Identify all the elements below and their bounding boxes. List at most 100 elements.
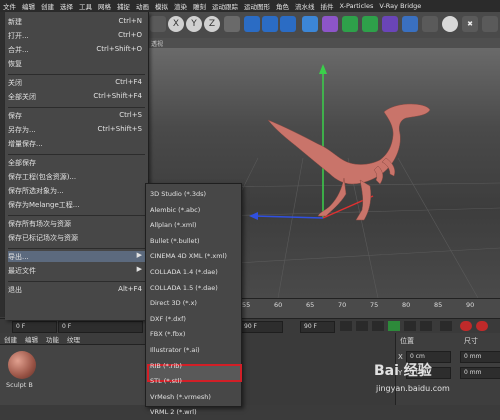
menu-separator [8,154,145,155]
z-axis-arrow [249,212,258,220]
menubar-item[interactable]: 动画 [133,1,152,11]
menubar-item[interactable]: 运动图形 [241,1,273,11]
export-format-item[interactable]: STL (*.stl) [150,375,238,389]
material-menu-item[interactable]: 创建 [0,334,21,344]
file-menu-item[interactable]: 全部关闭 Ctrl+Shift+F4 [8,91,145,102]
menubar-item[interactable]: 捕捉 [114,1,133,11]
menu-item-shortcut: Ctrl+Shift+F4 [93,92,142,100]
export-format-item[interactable]: DXF (*.dxf) [150,313,238,327]
menubar-item[interactable]: 网格 [95,1,114,11]
menubar-item[interactable]: V-Ray Bridge [376,2,424,10]
coordinate-system-icon[interactable] [224,16,240,32]
export-format-item[interactable]: FBX (*.fbx) [150,328,238,342]
menubar-item[interactable]: 运动跟踪 [209,1,241,11]
export-format-item[interactable]: 3D Studio (*.3ds) [150,188,238,202]
menubar-item[interactable]: 选择 [57,1,76,11]
file-menu-item[interactable]: 导出... ▶ [8,251,145,262]
file-menu-item[interactable]: 退出 Alt+F4 [8,284,145,295]
export-format-label: CINEMA 4D XML (*.xml) [150,252,227,261]
file-menu-item[interactable]: 新建 Ctrl+N [8,16,145,27]
material-preview[interactable] [8,351,36,379]
subdivision-icon[interactable] [342,16,358,32]
menu-item-shortcut: Ctrl+Shift+O [96,45,142,53]
menubar-item[interactable]: 渲染 [171,1,190,11]
menu-bar: 文件 编辑 创建 选择 工具 网格 捕捉 动画 模拟 渲染 雕刻 运动跟踪 运动图形 角色 流水线 插件 X-P… [0,0,500,12]
xp-icon[interactable]: ✖ [462,16,478,32]
end-frame-field-2[interactable]: 90 F [300,321,335,333]
keyframe-icon[interactable] [476,321,488,331]
export-format-item[interactable]: Bullet (*.bullet) [150,235,238,249]
light-icon[interactable] [442,16,458,32]
export-format-item[interactable]: Alembic (*.abc) [150,204,238,218]
file-menu-item[interactable]: 全部保存 [8,157,145,168]
file-menu-item[interactable]: 保存 Ctrl+S [8,110,145,121]
export-format-item[interactable]: COLLADA 1.4 (*.dae) [150,266,238,280]
floor-icon[interactable] [402,16,418,32]
menu-item-label: 新建 [8,18,22,26]
export-format-item[interactable]: CINEMA 4D XML (*.xml) [150,250,238,264]
vray-icon[interactable] [482,16,498,32]
menubar-item[interactable]: 雕刻 [190,1,209,11]
menubar-item[interactable]: 角色 [273,1,292,11]
menubar-item[interactable]: 插件 [318,1,337,11]
array-icon[interactable] [362,16,378,32]
start-frame-field[interactable]: 0 F [12,321,57,333]
file-menu-item[interactable]: 打开... Ctrl+O [8,30,145,41]
render-settings-icon[interactable] [280,16,296,32]
export-format-item[interactable]: Illustrator (*.ai) [150,344,238,358]
z-axis-lock-icon[interactable]: Z [204,16,220,32]
timeline[interactable]: 55 60 65 70 75 80 85 90 [240,298,500,319]
menu-item-shortcut: Alt+F4 [118,285,142,293]
menubar-item[interactable]: 编辑 [19,1,38,11]
prev-frame-icon[interactable] [356,321,368,331]
cube-icon[interactable] [302,16,318,32]
export-format-item[interactable]: VrMesh (*.vrmesh) [150,391,238,405]
file-menu-item[interactable]: 保存所选对象为... [8,185,145,196]
export-format-item[interactable]: VRML 2 (*.wrl) [150,406,238,420]
menubar-item[interactable]: 流水线 [292,1,318,11]
export-format-item[interactable]: RIB (*.rib) [150,360,238,374]
menubar-item[interactable]: 创建 [38,1,57,11]
deformer-icon[interactable] [382,16,398,32]
undo-icon[interactable] [150,16,166,32]
end-frame-field[interactable]: 90 F [240,321,283,333]
menu-item-shortcut: Ctrl+F4 [115,78,142,86]
file-menu-item[interactable]: 保存为Melange工程... [8,199,145,210]
file-menu-item[interactable]: 恢复 [8,58,145,69]
next-frame-icon[interactable] [404,321,416,331]
file-menu-item[interactable]: 另存为... Ctrl+Shift+S [8,124,145,135]
menubar-item[interactable]: X-Particles [337,2,377,10]
play-backward-icon[interactable] [372,321,384,331]
file-menu-item[interactable]: 增量保存... [8,138,145,149]
file-menu-item[interactable]: 保存工程(包含资源)... [8,171,145,182]
menu-item-label: 保存所选对象为... [8,187,64,195]
file-menu-item[interactable]: 合并... Ctrl+Shift+O [8,44,145,55]
autokey-icon[interactable] [460,321,472,331]
menubar-item[interactable]: 工具 [76,1,95,11]
y-axis-arrow [319,64,327,74]
material-menu-item[interactable]: 编辑 [21,334,42,344]
export-format-item[interactable]: Allplan (*.xml) [150,219,238,233]
file-menu-item[interactable]: 关闭 Ctrl+F4 [8,77,145,88]
file-menu-item[interactable]: 保存所有场次与资源 [8,218,145,229]
x-axis-lock-icon[interactable]: X [168,16,184,32]
export-format-item[interactable]: Direct 3D (*.x) [150,297,238,311]
material-name[interactable]: Sculpt B [6,381,33,389]
record-icon[interactable] [440,321,452,331]
menubar-item[interactable]: 模拟 [152,1,171,11]
file-menu-item[interactable]: 保存已标记场次与资源 [8,232,145,243]
menubar-item[interactable]: 文件 [0,1,19,11]
material-menu-item[interactable]: 纹理 [63,334,84,344]
go-to-end-icon[interactable] [420,321,432,331]
render-region-icon[interactable] [244,16,260,32]
y-axis-lock-icon[interactable]: Y [186,16,202,32]
current-frame-field[interactable]: 0 F [58,321,143,333]
play-icon[interactable] [388,321,400,331]
file-menu-item[interactable]: 最近文件 ▶ [8,265,145,276]
material-menu-item[interactable]: 功能 [42,334,63,344]
export-format-item[interactable]: COLLADA 1.5 (*.dae) [150,282,238,296]
render-view-icon[interactable] [262,16,278,32]
camera-icon[interactable] [422,16,438,32]
go-to-start-icon[interactable] [340,321,352,331]
pen-icon[interactable] [322,16,338,32]
